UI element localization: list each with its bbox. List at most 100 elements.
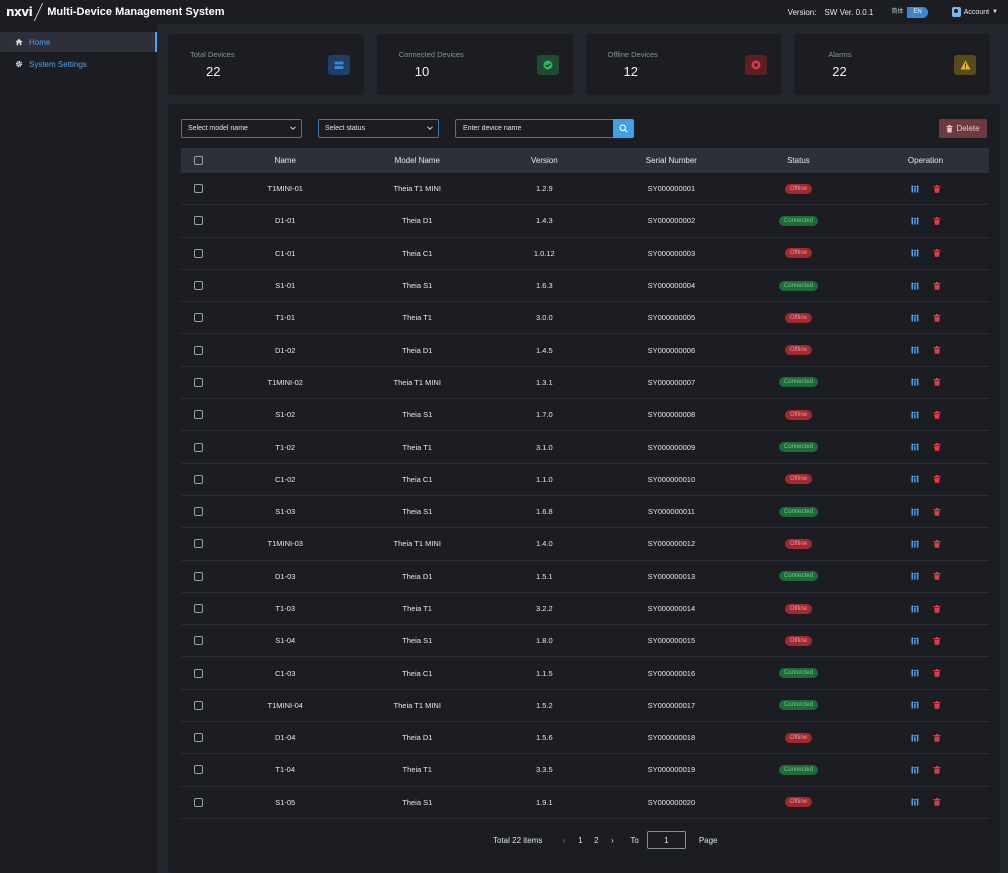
row-checkbox[interactable] — [194, 539, 204, 549]
edit-icon[interactable] — [911, 185, 919, 193]
trash-icon[interactable] — [933, 475, 941, 484]
column-header-model[interactable]: Model Name — [354, 156, 481, 165]
trash-icon[interactable] — [933, 701, 941, 710]
select-all-checkbox[interactable] — [194, 156, 204, 165]
edit-icon[interactable] — [911, 411, 919, 419]
trash-icon[interactable] — [933, 539, 941, 548]
row-checkbox[interactable] — [194, 184, 204, 194]
cell-model: Theia C1 — [402, 668, 433, 678]
row-checkbox[interactable] — [194, 442, 204, 452]
trash-icon[interactable] — [933, 378, 941, 387]
table-row: T1-01 Theia T1 3.0.0 SY000000005 Offline — [181, 302, 989, 335]
device-name-input[interactable] — [455, 119, 613, 138]
trash-icon[interactable] — [933, 669, 941, 677]
cell-operation — [862, 701, 989, 710]
row-checkbox[interactable] — [194, 474, 204, 484]
sidebar-item-home[interactable]: Home — [0, 32, 157, 52]
row-checkbox[interactable] — [194, 377, 204, 387]
row-checkbox-cell — [181, 797, 217, 807]
edit-icon[interactable] — [911, 540, 919, 548]
sidebar-item-label: System Settings — [29, 59, 87, 69]
trash-icon[interactable] — [933, 636, 941, 645]
search-button[interactable] — [613, 119, 634, 138]
cell-model: Theia S1 — [402, 410, 433, 420]
edit-icon[interactable] — [911, 475, 919, 483]
edit-icon[interactable] — [911, 734, 919, 742]
stat-card-connected-devices: Connected Devices 10 — [376, 34, 573, 95]
row-checkbox[interactable] — [194, 345, 204, 355]
row-checkbox[interactable] — [194, 668, 204, 678]
edit-icon[interactable] — [911, 314, 919, 322]
row-checkbox[interactable] — [194, 604, 204, 613]
stat-label: Offline Devices — [607, 50, 658, 59]
column-header-version[interactable]: Version — [481, 156, 608, 165]
edit-icon[interactable] — [911, 508, 919, 516]
chevron-right-icon[interactable]: › — [604, 836, 620, 845]
edit-icon[interactable] — [911, 572, 919, 580]
account-menu[interactable]: Account ▼ — [951, 7, 998, 17]
cell-model: Theia D1 — [402, 345, 433, 355]
trash-icon[interactable] — [933, 798, 941, 807]
total-items: Total 22 items — [493, 835, 543, 845]
edit-icon[interactable] — [911, 798, 919, 806]
trash-icon[interactable] — [933, 184, 941, 193]
trash-icon[interactable] — [933, 410, 941, 419]
edit-icon[interactable] — [911, 217, 919, 225]
edit-icon[interactable] — [911, 605, 919, 613]
row-checkbox[interactable] — [194, 313, 204, 323]
trash-icon[interactable] — [933, 216, 941, 225]
model-select[interactable]: Select model name — [181, 119, 302, 138]
edit-icon[interactable] — [911, 669, 919, 677]
row-checkbox[interactable] — [194, 700, 204, 710]
row-checkbox[interactable] — [194, 410, 204, 420]
trash-icon[interactable] — [933, 313, 941, 322]
page-2-button[interactable]: 2 — [588, 836, 604, 845]
cell-version: 1.4.3 — [535, 216, 553, 226]
language-option-zh[interactable]: 简体 — [887, 6, 908, 18]
status-select[interactable]: Select status — [318, 119, 439, 138]
row-checkbox[interactable] — [194, 507, 204, 517]
edit-icon[interactable] — [911, 443, 919, 451]
column-header-serial[interactable]: Serial Number — [608, 156, 735, 165]
goto-page-input[interactable] — [646, 831, 686, 849]
edit-icon[interactable] — [911, 378, 919, 386]
sidebar-item-system-settings[interactable]: System Settings — [0, 54, 157, 74]
edit-icon[interactable] — [911, 766, 919, 774]
row-checkbox[interactable] — [194, 636, 204, 646]
row-checkbox[interactable] — [194, 248, 204, 258]
trash-icon[interactable] — [933, 604, 941, 613]
row-checkbox[interactable] — [194, 765, 204, 775]
row-checkbox-cell — [181, 539, 217, 549]
trash-icon[interactable] — [933, 249, 941, 258]
edit-icon[interactable] — [911, 249, 919, 257]
edit-icon[interactable] — [911, 701, 919, 709]
status-badge: Connected — [778, 442, 818, 453]
row-checkbox[interactable] — [194, 571, 204, 581]
chevron-left-icon[interactable]: ‹ — [556, 836, 572, 845]
edit-icon[interactable] — [911, 282, 919, 290]
row-checkbox[interactable] — [194, 281, 204, 291]
status-badge: Offline — [784, 732, 813, 743]
trash-icon[interactable] — [933, 765, 941, 774]
cell-operation — [862, 765, 989, 774]
delete-button[interactable]: Delete — [939, 119, 987, 138]
row-checkbox[interactable] — [194, 733, 204, 743]
column-header-name[interactable]: Name — [217, 156, 354, 165]
cell-version: 1.7.0 — [535, 410, 553, 420]
trash-icon[interactable] — [933, 507, 941, 516]
edit-icon[interactable] — [911, 637, 919, 645]
trash-icon[interactable] — [933, 733, 941, 742]
trash-icon[interactable] — [933, 281, 941, 290]
language-option-en[interactable]: EN — [907, 6, 928, 18]
trash-icon[interactable] — [933, 346, 941, 354]
page-1-button[interactable]: 1 — [572, 836, 588, 845]
trash-icon[interactable] — [933, 443, 941, 451]
cell-model: Theia T1 MINI — [393, 700, 441, 710]
version-value: SW Ver. 0.0.1 — [824, 7, 874, 17]
row-checkbox[interactable] — [194, 797, 204, 807]
trash-icon[interactable] — [933, 572, 941, 581]
column-header-status[interactable]: Status — [735, 156, 862, 165]
row-checkbox[interactable] — [194, 216, 204, 226]
language-toggle[interactable]: 简体 EN — [887, 6, 928, 18]
edit-icon[interactable] — [911, 346, 919, 354]
